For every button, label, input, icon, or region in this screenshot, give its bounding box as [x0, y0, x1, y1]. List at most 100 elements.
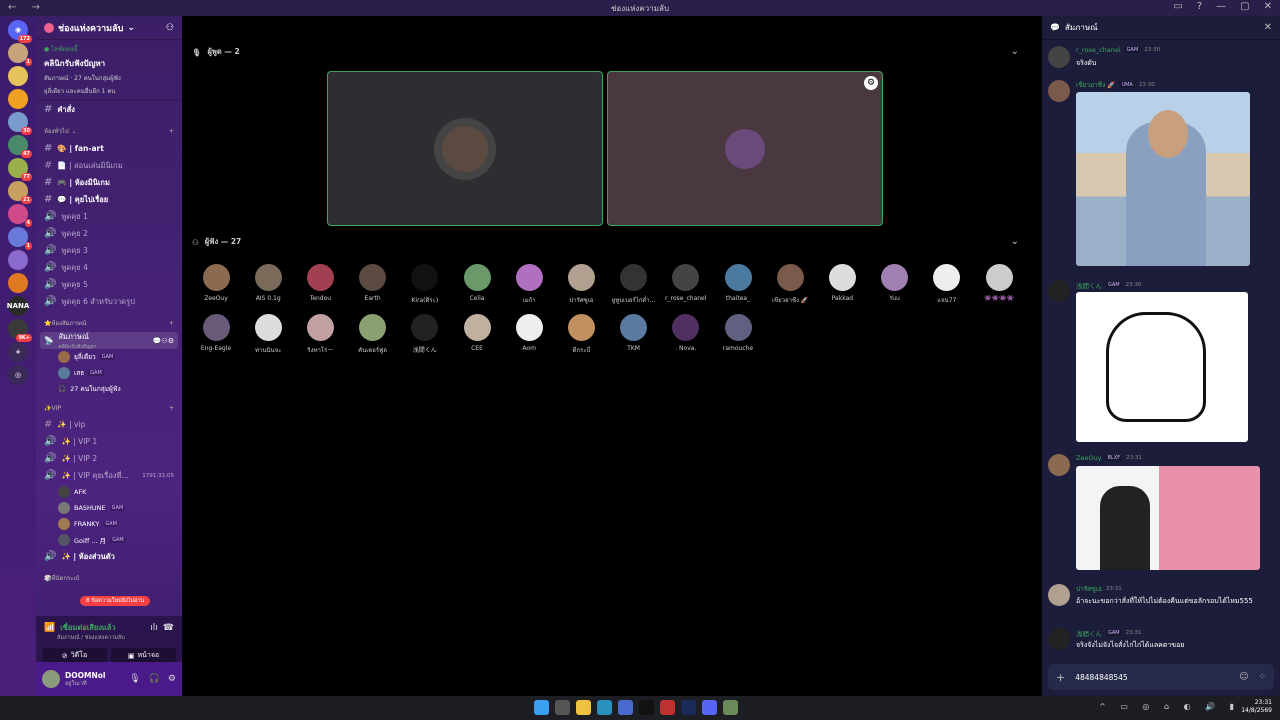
server-icon[interactable]: 9K+ — [8, 319, 32, 342]
audience-member[interactable]: เมก้า — [504, 264, 554, 305]
store-icon[interactable] — [618, 700, 633, 715]
video-button[interactable]: ⊘ วิดีโอ — [42, 648, 107, 663]
channel-item[interactable]: 🔊 พูดคุย 1 — [36, 208, 182, 225]
image-attachment[interactable] — [1076, 92, 1250, 266]
speaker-tile[interactable] — [327, 71, 603, 226]
edge-icon[interactable] — [597, 700, 612, 715]
gear-icon[interactable]: ⚙ — [864, 76, 878, 90]
disconnect-icon[interactable]: ☎ — [163, 623, 174, 633]
category-general[interactable]: ห้องทั่วไป ⌄ + — [36, 118, 182, 140]
folder-icon[interactable] — [576, 700, 591, 715]
avatar[interactable] — [1048, 80, 1070, 102]
stage-speaker[interactable]: ยุลี่เดียว GAM — [36, 349, 182, 365]
audience-member[interactable]: Yuu — [870, 264, 920, 302]
audience-member[interactable]: Tendou — [295, 264, 345, 302]
headphones-icon[interactable]: 🎧 — [149, 674, 160, 684]
server-icon[interactable] — [8, 89, 28, 109]
new-messages-badge[interactable]: 8 ข้อความใหม่ยังไม่อ่าน — [80, 596, 151, 606]
gear-icon[interactable]: ⚙ — [168, 674, 176, 684]
microphone-icon[interactable]: 🎙 — [129, 674, 140, 684]
channel-item[interactable]: 🔊 พูดคุย 2 — [36, 225, 182, 242]
channel-item[interactable]: 🔊 พูดคุย 6 สำหรับวาดรูป — [36, 293, 182, 310]
avatar[interactable] — [42, 670, 60, 688]
server-icon[interactable]: NANA — [7, 296, 29, 316]
audience-member[interactable]: Celia — [452, 264, 502, 302]
channel-item[interactable]: # ✨ | vip — [36, 416, 182, 433]
add-channel-icon[interactable]: + — [169, 405, 174, 412]
server-icon[interactable]: ◉ 172 — [8, 20, 32, 43]
discord-icon[interactable] — [702, 700, 717, 715]
audience-member[interactable]: Pakkad — [817, 264, 867, 302]
stage-channel[interactable]: 📡 สัมภาษณ์ คลินิกรับฟังปัญหา 💬⚇⚙ — [40, 332, 178, 350]
voice-member[interactable]: BASHUNE GAM — [36, 500, 182, 516]
audience-member[interactable]: 👾👾👾👾 — [974, 264, 1024, 302]
system-tray[interactable]: ^ ▭ ◎ ⌂ ◐ 🔊 ▮ — [1099, 702, 1240, 711]
server-icon[interactable]: 47 — [8, 135, 32, 158]
audience-member[interactable]: ramouche — [713, 314, 763, 352]
channel-item[interactable]: # 📄 | สอนเล่นมินิเกม — [36, 157, 182, 174]
server-icon[interactable] — [8, 273, 28, 293]
audience-member[interactable]: ดีกระบี่ — [556, 314, 606, 355]
maximize-icon[interactable]: ▢ — [1240, 1, 1249, 12]
avatar[interactable] — [1048, 280, 1070, 302]
category-party[interactable]: 🎲ที่นัดกระเป๋ — [36, 565, 182, 587]
audience-member[interactable]: AIS 0.1g — [243, 264, 293, 302]
channel-item[interactable]: 🔊 พูดคุย 3 — [36, 242, 182, 259]
category-vip[interactable]: ✨VIP + — [36, 397, 182, 416]
audience-member[interactable]: คันเดอร์ฟูล — [348, 314, 398, 355]
audience-member[interactable]: เขียวอาชีง 🚀 — [765, 264, 815, 305]
audience-member[interactable]: CEE — [452, 314, 502, 352]
voice-member[interactable]: Goiff ... 月 GAM — [36, 532, 182, 548]
server-icon[interactable]: 21 — [8, 181, 32, 204]
chevron-down-icon[interactable]: ⌄ — [1011, 236, 1019, 247]
add-channel-icon[interactable]: + — [169, 320, 174, 327]
channel-item[interactable]: 🔊 พูดคุย 5 — [36, 276, 182, 293]
category-stage[interactable]: ⭐ห้องสัมภาษณ์ + — [36, 310, 182, 332]
message-author[interactable]: 浅間くん — [1076, 628, 1102, 638]
live-event-card[interactable]: ● ไลฟ์ตอนนี้ คลินิกรับฟังปัญหา สัมภาษณ์ … — [36, 40, 182, 101]
voice-member[interactable]: AFK — [36, 484, 182, 500]
app-icon[interactable] — [660, 700, 675, 715]
image-attachment[interactable] — [1076, 466, 1260, 570]
avatar[interactable] — [1048, 584, 1070, 606]
search-icon[interactable] — [555, 700, 570, 715]
game-icon[interactable] — [723, 700, 738, 715]
emoji-icon[interactable]: ☺ — [1239, 672, 1248, 682]
taskbar-clock[interactable]: 23:31 14/8/2569 — [1241, 699, 1272, 715]
audience-member[interactable]: ZeeOuy — [191, 264, 241, 302]
channel-item[interactable]: 🔊 พูดคุย 4 — [36, 259, 182, 276]
minimize-icon[interactable]: — — [1216, 1, 1226, 12]
screen-share-button[interactable]: ▣ หน้าจอ — [111, 648, 176, 663]
channel-item[interactable]: 🔊 ✨ | VIP คุยเรื่องที่... 1791:31:05 — [36, 467, 182, 484]
chevron-down-icon[interactable]: ⌄ — [1011, 46, 1019, 57]
chat-input[interactable]: + 48484848545 ☺ ⁘ — [1048, 664, 1274, 690]
server-icon[interactable]: 77 — [8, 158, 32, 181]
speaker-tile[interactable]: ⚙ — [607, 71, 883, 226]
channel-item[interactable]: # 💬 | คุยไปเรื่อย — [36, 191, 182, 208]
channel-item[interactable]: 🔊 ✨ | VIP 2 — [36, 450, 182, 467]
server-header[interactable]: ช่องแห่งความลับ ⌄ ⚇ — [36, 16, 182, 40]
channel-item[interactable]: 🔊 ✨ | VIP 1 — [36, 433, 182, 450]
audience-member[interactable]: Eng-Eagle — [191, 314, 241, 352]
avatar[interactable] — [1048, 46, 1070, 68]
add-attachment-icon[interactable]: + — [1056, 671, 1065, 684]
tiktok-icon[interactable] — [639, 700, 654, 715]
audience-member[interactable]: r_rose_chanel — [661, 264, 711, 302]
audience-member[interactable]: 浅間くん — [400, 314, 450, 354]
noise-icon[interactable]: ılı — [150, 623, 158, 633]
avatar[interactable] — [1048, 628, 1070, 650]
explore-icon[interactable]: ◎ — [8, 365, 28, 385]
message-author[interactable]: r_rose_chanel — [1076, 46, 1121, 54]
audience-member[interactable]: . Nova. — [661, 314, 711, 352]
windows-start-icon[interactable] — [534, 700, 549, 715]
stage-actions-icon[interactable]: 💬⚇⚙ — [153, 337, 174, 345]
message-author[interactable]: เขียวอาชีง 🚀 — [1076, 80, 1115, 90]
server-icon[interactable]: 30 — [8, 112, 32, 135]
audience-member[interactable]: thaitea_ — [713, 264, 763, 302]
add-server-icon[interactable]: + — [8, 342, 28, 362]
audience-member[interactable]: ปารัศซูเอ — [556, 264, 606, 305]
server-icon[interactable]: 4 — [8, 204, 32, 227]
server-icon[interactable]: 1 — [8, 227, 32, 250]
avatar[interactable] — [1048, 454, 1070, 476]
photoshop-icon[interactable] — [681, 700, 696, 715]
